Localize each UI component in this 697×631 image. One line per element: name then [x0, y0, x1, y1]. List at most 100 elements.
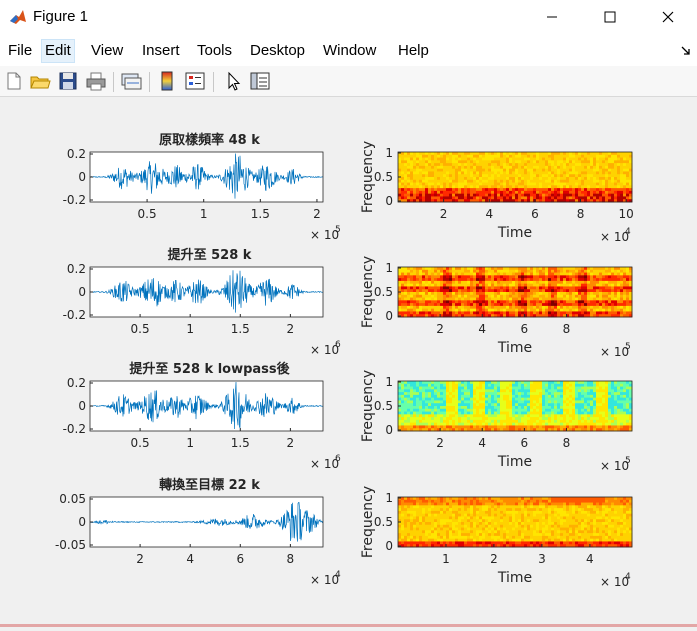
menu-file[interactable]: File	[5, 40, 35, 62]
spectrogram-cell	[401, 398, 404, 401]
maximize-button[interactable]	[587, 0, 633, 34]
spectrogram-cell	[485, 169, 488, 172]
minimize-button[interactable]	[529, 0, 575, 34]
spectrogram-cell	[407, 533, 410, 536]
spectrogram-cell	[536, 183, 539, 186]
spectrogram-cell	[560, 174, 563, 177]
spectrogram-cell	[410, 528, 413, 531]
spectrogram-cell	[476, 387, 479, 390]
spectrogram-cell	[416, 519, 419, 522]
spectrogram-cell	[419, 516, 422, 519]
open-file-icon[interactable]	[29, 70, 51, 92]
spectrogram-cell	[575, 188, 578, 191]
spectrogram-cell	[443, 171, 446, 174]
spectrogram-cell	[590, 303, 593, 306]
spectrogram-cell	[446, 152, 449, 155]
spectrogram-cell	[566, 420, 569, 423]
spectrogram-cell	[446, 155, 449, 158]
spectrogram-cell	[509, 267, 512, 270]
spectrogram-cell	[512, 174, 515, 177]
close-button[interactable]	[645, 0, 691, 34]
spectrogram-cell	[482, 278, 485, 281]
spectrogram-cell	[518, 191, 521, 194]
spectrogram-cell	[590, 169, 593, 172]
menu-tools[interactable]: Tools	[194, 40, 235, 62]
spectrogram-cell	[590, 400, 593, 403]
spectrogram-cell	[551, 174, 554, 177]
spectrogram-cell	[422, 169, 425, 172]
menu-help[interactable]: Help	[395, 40, 432, 62]
spectrogram-cell	[617, 403, 620, 406]
spectrogram-cell	[488, 311, 491, 314]
spectrogram-cell	[596, 298, 599, 301]
spectrogram-cell	[434, 185, 437, 188]
menu-desktop[interactable]: Desktop	[247, 40, 308, 62]
spectrogram-cell	[533, 387, 536, 390]
spectrogram-cell	[407, 389, 410, 392]
property-inspector-icon[interactable]	[249, 70, 271, 92]
spectrogram-cell	[428, 267, 431, 270]
spectrogram-cell	[425, 309, 428, 312]
print-icon[interactable]	[85, 70, 107, 92]
spectrogram-cell	[407, 185, 410, 188]
spectrogram-cell	[545, 152, 548, 155]
spectrogram-cell	[602, 403, 605, 406]
spectrogram-cell	[539, 420, 542, 423]
spectrogram-cell	[551, 400, 554, 403]
spectrogram-cell	[458, 295, 461, 298]
spectrogram-cell	[614, 392, 617, 395]
spectrogram-cell	[569, 270, 572, 273]
spectrogram-cell	[437, 525, 440, 528]
spectrogram-cell	[488, 270, 491, 273]
spectrogram-cell	[545, 273, 548, 276]
spectrogram-cell	[539, 303, 542, 306]
spectrogram-cell	[569, 425, 572, 428]
spectrogram-cell	[401, 420, 404, 423]
spectrogram-cell	[527, 278, 530, 281]
spectrogram-cell	[452, 505, 455, 508]
spectrogram-cell	[536, 174, 539, 177]
spectrogram-cell	[623, 163, 626, 166]
spectrogram-cell	[404, 155, 407, 158]
spectrogram-cell	[509, 169, 512, 172]
spectrogram-cell	[518, 409, 521, 412]
menu-edit[interactable]: Edit	[42, 40, 74, 62]
menu-window[interactable]: Window	[320, 40, 379, 62]
spectrogram-cell	[623, 311, 626, 314]
edit-plot-arrow-icon[interactable]	[222, 70, 244, 92]
spectrogram-cell	[464, 166, 467, 169]
spectrogram-cell	[479, 188, 482, 191]
menu-insert[interactable]: Insert	[139, 40, 183, 62]
spectrogram-cell	[584, 267, 587, 270]
menu-view[interactable]: View	[88, 40, 126, 62]
spectrogram-cell	[542, 309, 545, 312]
spectrogram-cell	[458, 530, 461, 533]
spectrogram-cell	[566, 395, 569, 398]
spectrogram-cell	[476, 180, 479, 183]
spectrogram-cell	[398, 196, 401, 199]
spectrogram-cell	[467, 536, 470, 539]
spectrogram-cell	[428, 384, 431, 387]
spectrogram-cell	[482, 533, 485, 536]
insert-legend-icon[interactable]	[184, 70, 206, 92]
spectrogram-cell	[512, 420, 515, 423]
link-plot-icon[interactable]	[120, 70, 142, 92]
new-figure-icon[interactable]	[3, 70, 25, 92]
spectrogram-cell	[491, 158, 494, 161]
spectrogram-cell	[524, 174, 527, 177]
spectrogram-cell	[434, 267, 437, 270]
spectrogram-cell	[581, 160, 584, 163]
spectrogram-cell	[542, 284, 545, 287]
spectrogram-cell	[509, 152, 512, 155]
spectrogram-cell	[530, 180, 533, 183]
spectrogram-cell	[431, 180, 434, 183]
spectrogram-cell	[617, 278, 620, 281]
spectrogram-cell	[560, 292, 563, 295]
spectrogram-cell	[518, 420, 521, 423]
dock-arrow-icon[interactable]	[681, 46, 691, 56]
spectrogram-cell	[614, 298, 617, 301]
save-icon[interactable]	[57, 70, 79, 92]
spectrogram-cell	[449, 286, 452, 289]
spectrogram-cell	[539, 158, 542, 161]
insert-colorbar-icon[interactable]	[156, 70, 178, 92]
